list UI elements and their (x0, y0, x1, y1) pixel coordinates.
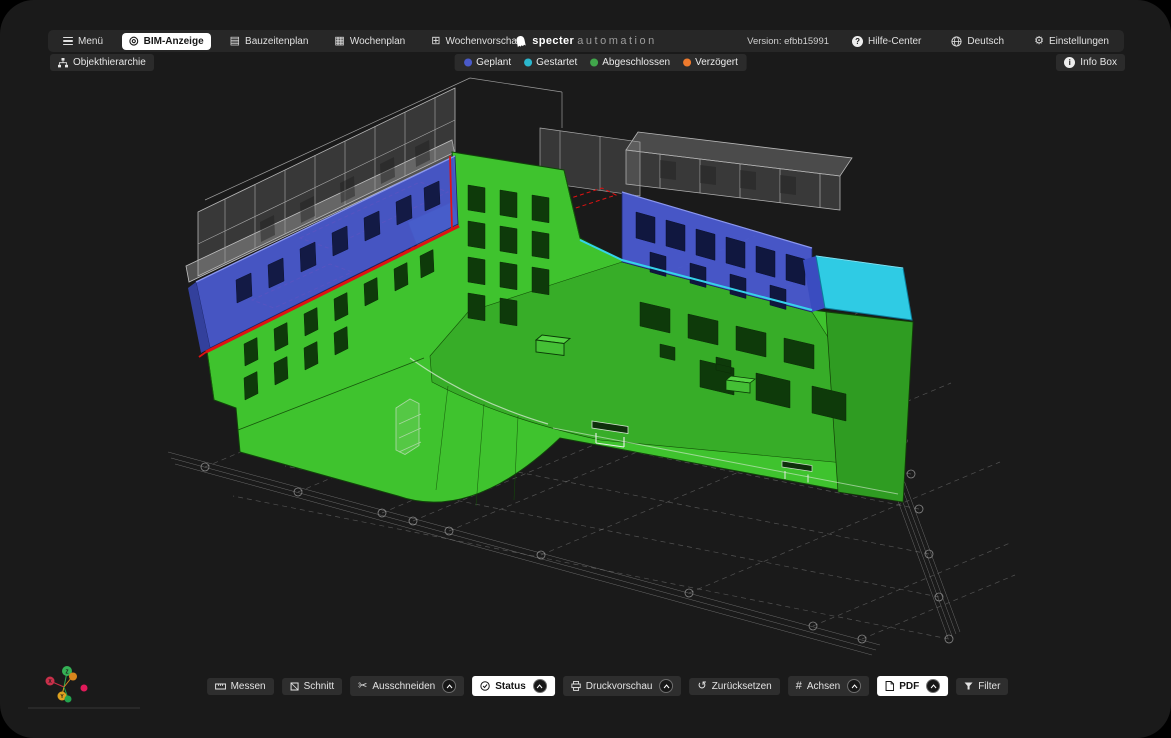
measure-button[interactable]: Messen (207, 678, 274, 695)
schedule-icon: ▤ (230, 36, 240, 47)
bim-viewport[interactable]: Z X Y (0, 0, 1171, 738)
abgeschlossen-dot (589, 58, 598, 67)
status-button[interactable]: Status (472, 676, 555, 696)
chevron-up-icon (536, 684, 543, 689)
building-model[interactable] (186, 78, 913, 506)
legend-verzoegert: Verzögert (682, 57, 738, 68)
chevron-up-icon (851, 684, 858, 689)
gizmo-orange-axis (69, 673, 77, 681)
gizmo-green2-axis (65, 696, 72, 703)
tab-wochenplan[interactable]: ▦ Wochenplan (327, 33, 412, 50)
version-label: Version: efbb15991 (747, 36, 829, 47)
week-plan-icon: ▦ (334, 36, 344, 47)
wireframe-floors-right (626, 132, 852, 210)
legend-abgeschlossen: Abgeschlossen (589, 57, 670, 68)
filter-button[interactable]: Filter (956, 678, 1008, 695)
menu-button[interactable]: Menü (56, 33, 110, 50)
svg-text:Z: Z (65, 670, 68, 676)
hierarchy-icon (58, 58, 68, 68)
gizmo-magenta-axis (81, 685, 88, 692)
tab-bim-anzeige[interactable]: ◎ BIM-Anzeige (122, 33, 211, 50)
pdf-expand-button[interactable] (926, 679, 940, 693)
status-legend: Geplant Gestartet Abgeschlossen Verzöger… (454, 54, 747, 71)
chevron-up-icon (663, 684, 670, 689)
geplant-dot (463, 58, 472, 67)
gestartet-dot (523, 58, 532, 67)
tab-bauzeitenplan[interactable]: ▤ Bauzeitenplan (223, 33, 316, 50)
topbar: Menü ◎ BIM-Anzeige ▤ Bauzeitenplan ▦ Woc… (48, 30, 1124, 52)
tab-wochenvorschau[interactable]: ⊞ Wochenvorschau (424, 33, 529, 50)
print-preview-button[interactable]: Druckvorschau (563, 676, 682, 696)
reset-icon: ↺ (697, 681, 706, 692)
week-preview-icon: ⊞ (431, 36, 440, 47)
bottom-toolbar: Messen Schnitt ✂ Ausschneiden Status (207, 676, 1009, 696)
app-window: Z X Y Menü ◎ BIM-Anzeige ▤ Bauzeitenplan… (0, 0, 1171, 738)
cut-expand-button[interactable] (442, 679, 456, 693)
section-button[interactable]: Schnitt (282, 678, 343, 695)
ruler-icon (215, 683, 226, 690)
app-logo: specter automation (515, 35, 656, 48)
cut-button[interactable]: ✂ Ausschneiden (350, 676, 464, 696)
verzoegert-dot (682, 58, 691, 67)
section-icon (290, 682, 299, 691)
status-expand-button[interactable] (533, 679, 547, 693)
bim-view-icon: ◎ (129, 36, 139, 47)
chevron-up-icon (446, 684, 453, 689)
check-circle-icon (480, 681, 490, 691)
printer-icon (571, 681, 581, 691)
ghost-logo-icon (515, 35, 526, 48)
menu-icon (63, 37, 73, 46)
language-button[interactable]: Deutsch (944, 33, 1011, 50)
legend-gestartet: Gestartet (523, 57, 577, 68)
info-icon: i (1064, 57, 1075, 68)
axes-expand-button[interactable] (847, 679, 861, 693)
filter-icon (964, 682, 973, 690)
help-icon: ? (852, 36, 863, 47)
axis-gizmo[interactable]: Z X Y (46, 666, 88, 703)
axes-button[interactable]: # Achsen (788, 676, 869, 696)
scissors-icon: ✂ (358, 681, 367, 692)
gear-icon: ⚙ (1034, 36, 1044, 47)
legend-geplant: Geplant (463, 57, 511, 68)
axes-grid-icon: # (796, 681, 802, 692)
reset-button[interactable]: ↺ Zurücksetzen (689, 678, 779, 695)
object-hierarchy-button[interactable]: Objekthierarchie (50, 54, 154, 71)
print-expand-button[interactable] (659, 679, 673, 693)
topbar-right: Version: efbb15991 ? Hilfe-Center Deutsc… (747, 33, 1116, 50)
info-box-button[interactable]: i Info Box (1056, 54, 1125, 71)
pdf-button[interactable]: PDF (877, 676, 948, 696)
main-nav: Menü ◎ BIM-Anzeige ▤ Bauzeitenplan ▦ Woc… (56, 33, 530, 50)
chevron-up-icon (930, 684, 937, 689)
globe-icon (951, 36, 962, 47)
settings-button[interactable]: ⚙ Einstellungen (1027, 33, 1116, 50)
help-center-button[interactable]: ? Hilfe-Center (845, 33, 928, 50)
pdf-file-icon (885, 681, 894, 691)
